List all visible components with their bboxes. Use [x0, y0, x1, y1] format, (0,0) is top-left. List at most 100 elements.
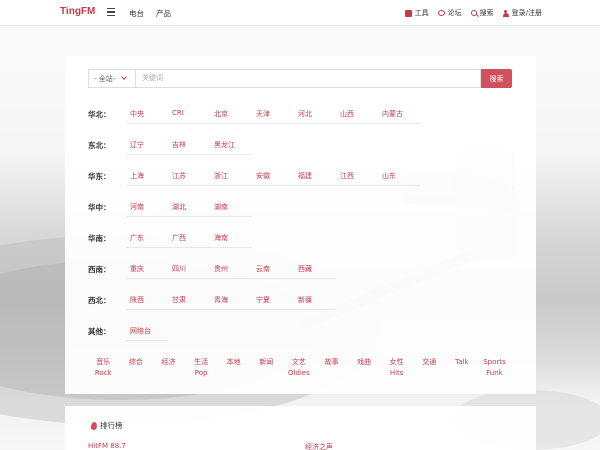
genre-link[interactable]: 交通	[413, 357, 446, 368]
region-city-link[interactable]: 上海	[126, 168, 168, 186]
region-label: 华东：	[88, 172, 111, 181]
region-city-link[interactable]: 福建	[294, 168, 336, 186]
genre-column: 女性 Hits	[380, 357, 413, 379]
genre-column: Sports Funk	[478, 357, 511, 379]
genre-link[interactable]: Hits	[380, 368, 413, 379]
top-navbar: TingFM 电台 产品 工具 论坛 搜索 登录/注册	[0, 0, 600, 26]
genre-link[interactable]: 生活	[185, 357, 218, 368]
region-label: 其他：	[88, 327, 111, 336]
nav-link-login[interactable]: 登录/注册	[502, 8, 542, 18]
region-city-link[interactable]: 浙江	[210, 168, 252, 186]
search-icon	[470, 10, 477, 16]
genre-link[interactable]: 新闻	[250, 357, 283, 368]
brand-logo[interactable]: TingFM	[60, 6, 95, 17]
genre-column: 故事	[315, 357, 348, 379]
nav-link-tools-label: 工具	[414, 9, 429, 17]
region-city-link[interactable]: 网络台	[126, 323, 168, 341]
region-city-link[interactable]: 四川	[168, 261, 210, 279]
genre-link[interactable]: Sports	[478, 357, 511, 368]
region-city-link[interactable]: 河南	[126, 199, 168, 217]
genre-link[interactable]	[250, 368, 283, 379]
genre-link[interactable]: 故事	[315, 357, 348, 368]
region-city-link[interactable]: 中央	[126, 106, 168, 124]
region-city-link[interactable]: 北京	[210, 106, 252, 124]
region-city-link[interactable]: 海南	[210, 230, 252, 248]
region-city-link[interactable]: 山东	[378, 168, 420, 186]
nav-link-tools[interactable]: 工具	[404, 8, 429, 18]
region-label: 西北：	[88, 296, 111, 305]
region-city-link[interactable]: 江苏	[168, 168, 210, 186]
region-city-link[interactable]: 甘肃	[168, 292, 210, 310]
region-city-list: 网络台	[126, 323, 168, 341]
hamburger-menu-icon[interactable]	[107, 8, 115, 17]
region-city-link[interactable]: 新疆	[294, 292, 336, 310]
region-row: 东北： 辽宁 吉林 黑龙江	[88, 137, 528, 168]
chat-icon	[437, 10, 445, 16]
region-city-link[interactable]: 黑龙江	[210, 137, 252, 155]
region-city-link[interactable]: 山西	[336, 106, 378, 124]
genre-column: 经济	[152, 357, 185, 379]
region-city-link[interactable]: 西藏	[294, 261, 336, 279]
genre-column: 综合	[120, 357, 153, 379]
user-icon	[502, 9, 509, 17]
region-city-link[interactable]: 贵州	[210, 261, 252, 279]
nav-right-links: 工具 论坛 搜索 登录/注册	[404, 8, 542, 18]
region-city-link[interactable]: 安徽	[252, 168, 294, 186]
genre-link[interactable]	[120, 368, 153, 379]
region-city-link[interactable]: 宁夏	[252, 292, 294, 310]
region-city-link[interactable]: 河北	[294, 106, 336, 124]
region-city-link[interactable]: 湖南	[210, 199, 252, 217]
genre-link[interactable]	[217, 368, 250, 379]
region-city-link[interactable]: CRI	[168, 106, 210, 124]
region-city-link[interactable]: 陕西	[126, 292, 168, 310]
chevron-down-icon	[121, 74, 128, 80]
search-input[interactable]: 关键词	[135, 69, 481, 88]
region-label: 华北：	[88, 110, 111, 119]
fire-icon	[90, 421, 98, 430]
genre-link[interactable]	[413, 368, 446, 379]
region-city-link[interactable]: 重庆	[126, 261, 168, 279]
region-city-link[interactable]: 江西	[336, 168, 378, 186]
genre-link[interactable]: 戏曲	[348, 357, 381, 368]
region-row: 华南： 广东 广西 海南	[88, 230, 528, 261]
search-scope-select[interactable]: - 全站-	[88, 69, 135, 88]
genre-link[interactable]: Rock	[87, 368, 120, 379]
genre-link[interactable]: 文艺	[283, 357, 316, 368]
genre-link[interactable]: 综合	[120, 357, 153, 368]
genre-link[interactable]: 本地	[217, 357, 250, 368]
ranking-item[interactable]: 经济之声	[305, 442, 333, 450]
region-row: 华东： 上海 江苏 浙江 安徽 福建 江西 山东	[88, 168, 528, 199]
region-label: 西南：	[88, 265, 111, 274]
genre-link[interactable]: Talk	[446, 357, 479, 368]
region-city-link[interactable]: 湖北	[168, 199, 210, 217]
genre-link[interactable]	[348, 368, 381, 379]
genre-link[interactable]: 经济	[152, 357, 185, 368]
region-city-link[interactable]: 云南	[252, 261, 294, 279]
genre-link[interactable]	[152, 368, 185, 379]
region-row: 西北： 陕西 甘肃 青海 宁夏 新疆	[88, 292, 528, 323]
search-bar: - 全站- 关键词 搜索	[88, 69, 512, 88]
region-city-link[interactable]: 吉林	[168, 137, 210, 155]
genre-column: 本地	[217, 357, 250, 379]
region-city-link[interactable]: 广东	[126, 230, 168, 248]
genre-link[interactable]: Oldies	[283, 368, 316, 379]
genre-link[interactable]: 音乐	[87, 357, 120, 368]
region-city-link[interactable]: 广西	[168, 230, 210, 248]
genre-column: Talk	[446, 357, 479, 379]
search-button[interactable]: 搜索	[481, 69, 512, 88]
genre-link[interactable]	[315, 368, 348, 379]
region-city-link[interactable]: 辽宁	[126, 137, 168, 155]
region-city-list: 广东 广西 海南	[126, 230, 252, 248]
genre-link[interactable]	[446, 368, 479, 379]
nav-link-products[interactable]: 产品	[156, 8, 171, 19]
region-city-link[interactable]: 青海	[210, 292, 252, 310]
region-city-link[interactable]: 天津	[252, 106, 294, 124]
region-city-link[interactable]: 内蒙古	[378, 106, 420, 124]
genre-link[interactable]: Funk	[478, 368, 511, 379]
nav-link-radio[interactable]: 电台	[129, 8, 144, 19]
genre-link[interactable]: Pop	[185, 368, 218, 379]
ranking-item[interactable]: HitFM 88.7	[88, 442, 126, 450]
genre-link[interactable]: 女性	[380, 357, 413, 368]
nav-link-forum[interactable]: 论坛	[437, 8, 462, 18]
nav-link-search[interactable]: 搜索	[470, 8, 494, 18]
